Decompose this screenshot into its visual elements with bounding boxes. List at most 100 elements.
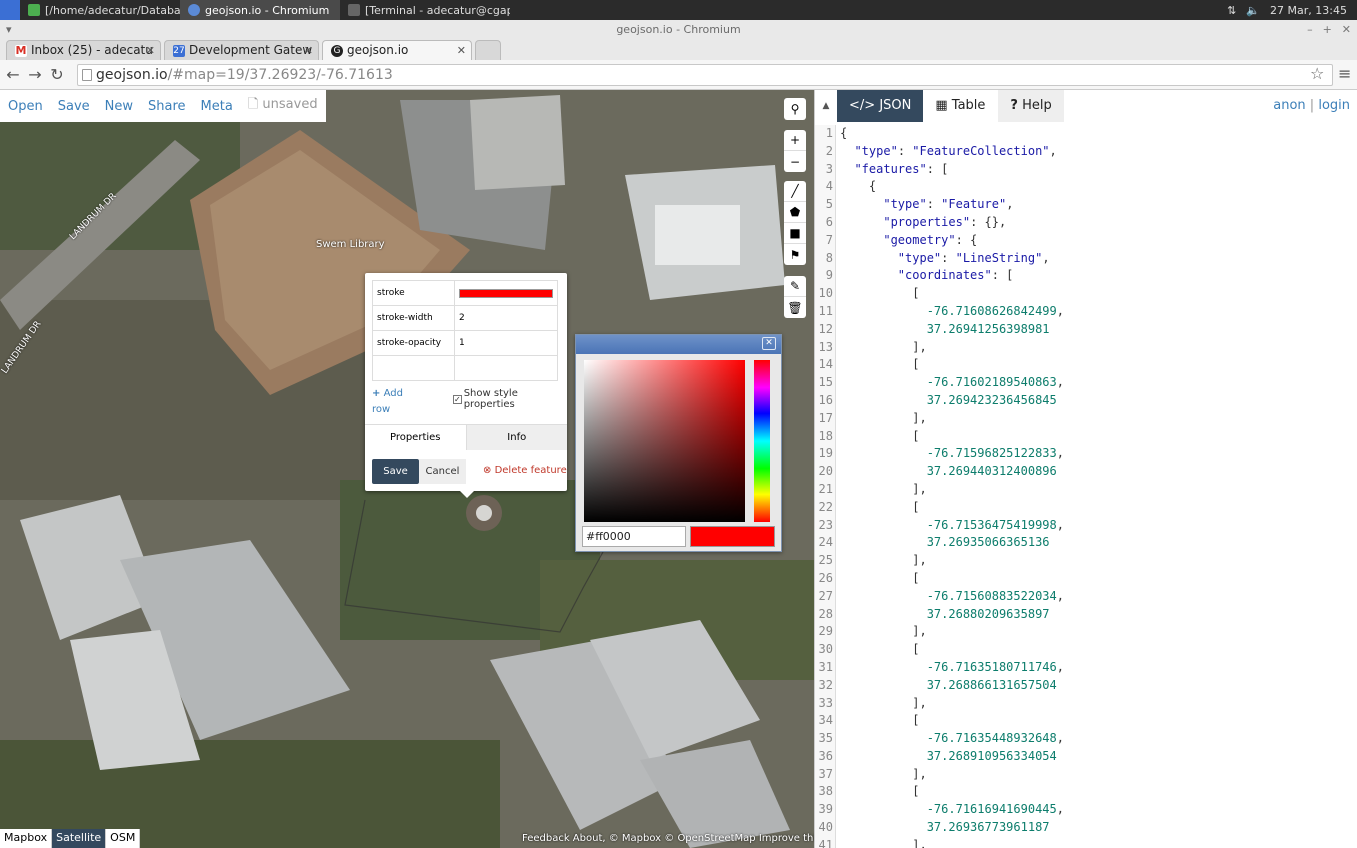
reload-icon[interactable]: ↻ (46, 65, 68, 84)
code-line[interactable]: 25 ], (815, 552, 1357, 570)
show-style-toggle[interactable]: ✓ Show style properties (453, 388, 567, 410)
code-line[interactable]: 4 { (815, 178, 1357, 197)
draw-marker-icon[interactable]: ⚑ (784, 244, 806, 265)
property-value[interactable]: 2 (454, 305, 558, 331)
back-icon[interactable]: ← (2, 65, 24, 84)
code-line[interactable]: 11 -76.71608626842499, (815, 302, 1357, 321)
network-icon[interactable]: ⇅ (1227, 4, 1236, 17)
code-line[interactable]: 6 "properties": {}, (815, 213, 1357, 232)
code-line[interactable]: 5 "type": "Feature", (815, 196, 1357, 214)
draw-polygon-icon[interactable]: ⬟ (784, 202, 806, 223)
code-line[interactable]: 8 "type": "LineString", (815, 249, 1357, 268)
code-line[interactable]: 13 ], (815, 338, 1357, 357)
tab-close-icon[interactable]: ✕ (146, 41, 155, 60)
code-line[interactable]: 24 37.26935066365136 (815, 534, 1357, 553)
tab-close-icon[interactable]: ✕ (304, 41, 313, 60)
code-line[interactable]: 9 "coordinates": [ (815, 267, 1357, 286)
code-line[interactable]: 3 "features": [ (815, 160, 1357, 179)
code-line[interactable]: 29 ], (815, 623, 1357, 642)
code-line[interactable]: 33 ], (815, 694, 1357, 713)
code-line[interactable]: 35 -76.71635448932648, (815, 730, 1357, 748)
close-window-icon[interactable]: ✕ (1342, 20, 1351, 40)
code-line[interactable]: 36 37.268910956334054 (815, 747, 1357, 766)
close-icon[interactable]: ✕ (762, 337, 776, 350)
zoom-in-icon[interactable]: + (784, 130, 806, 151)
collapse-icon[interactable]: ▲ (815, 90, 837, 122)
address-bar[interactable]: geojson.io/#map=19/37.26923/-76.71613 (77, 64, 1333, 86)
maximize-icon[interactable]: + (1323, 20, 1332, 40)
code-line[interactable]: 28 37.26880209635897 (815, 605, 1357, 624)
minimize-icon[interactable]: – (1307, 20, 1313, 40)
property-key[interactable]: stroke (372, 280, 455, 306)
tab-close-icon[interactable]: ✕ (457, 41, 466, 60)
code-line[interactable]: 16 37.269423236456845 (815, 391, 1357, 410)
clock[interactable]: 27 Mar, 13:45 (1270, 4, 1347, 17)
code-line[interactable]: 15 -76.71602189540863, (815, 374, 1357, 392)
taskbar-app-chromium[interactable]: geojson.io - Chromium (180, 0, 340, 20)
code-line[interactable]: 7 "geometry": { (815, 231, 1357, 250)
basemap-osm[interactable]: OSM (106, 829, 141, 848)
bookmark-star-icon[interactable]: ☆ (1310, 64, 1324, 83)
tab-table[interactable]: ▦ Table (923, 90, 997, 122)
login-link[interactable]: login (1318, 98, 1350, 113)
open-button[interactable]: Open (8, 99, 43, 114)
property-key[interactable]: stroke-width (372, 305, 455, 331)
code-line[interactable]: 38 [ (815, 783, 1357, 802)
code-line[interactable]: 31 -76.71635180711746, (815, 658, 1357, 677)
browser-tab-inbox[interactable]: M Inbox (25) - adecatu ✕ (6, 40, 161, 60)
browser-menu-icon[interactable]: ≡ (1338, 64, 1351, 83)
code-line[interactable]: 17 ], (815, 409, 1357, 428)
property-key[interactable] (372, 355, 455, 381)
tab-help[interactable]: ? Help (998, 90, 1064, 122)
draw-line-icon[interactable]: ╱ (784, 181, 806, 202)
hex-color-input[interactable]: #ff0000 (582, 526, 686, 547)
meta-button[interactable]: Meta (201, 99, 233, 114)
tab-json[interactable]: </> JSON (837, 90, 924, 122)
code-line[interactable]: 2 "type": "FeatureCollection", (815, 142, 1357, 161)
new-tab-button[interactable] (475, 40, 501, 60)
code-line[interactable]: 32 37.268866131657504 (815, 676, 1357, 695)
draw-rectangle-icon[interactable]: ■ (784, 223, 806, 244)
property-key[interactable]: stroke-opacity (372, 330, 455, 356)
browser-tab-development[interactable]: 27 Development Gatew ✕ (164, 40, 319, 60)
code-line[interactable]: 37 ], (815, 765, 1357, 784)
code-line[interactable]: 34 [ (815, 712, 1357, 731)
delete-feature-button[interactable]: ⊗ Delete feature (483, 465, 567, 476)
basemap-satellite[interactable]: Satellite (52, 829, 107, 848)
user-link[interactable]: anon (1273, 98, 1305, 113)
property-value[interactable]: 1 (454, 330, 558, 356)
zoom-out-icon[interactable]: − (784, 151, 806, 172)
code-line[interactable]: 40 37.26936773961187 (815, 819, 1357, 837)
code-line[interactable]: 27 -76.71560883522034, (815, 587, 1357, 606)
code-line[interactable]: 10 [ (815, 285, 1357, 303)
code-line[interactable]: 19 -76.71596825122833, (815, 445, 1357, 464)
volume-icon[interactable]: 🔈 (1246, 4, 1260, 17)
code-line[interactable]: 23 -76.71536475419998, (815, 516, 1357, 535)
stroke-color-field[interactable] (454, 280, 558, 306)
code-line[interactable]: 1{ (815, 125, 1357, 143)
search-icon[interactable]: ⚲ (784, 98, 806, 119)
property-value[interactable] (454, 355, 558, 381)
code-line[interactable]: 20 37.269440312400896 (815, 463, 1357, 481)
add-row-button[interactable]: + Add row (372, 386, 422, 418)
taskbar-app-terminal[interactable]: [Terminal - adecatur@cgap... (340, 0, 510, 20)
code-line[interactable]: 30 [ (815, 641, 1357, 659)
forward-icon[interactable]: → (24, 65, 46, 84)
color-swatch[interactable] (459, 288, 553, 298)
taskbar-app-files[interactable]: [/home/adecatur/Databas... (20, 0, 180, 20)
browser-tab-geojson[interactable]: G geojson.io ✕ (322, 40, 472, 60)
hue-slider[interactable] (754, 360, 770, 522)
map-attribution[interactable]: Feedback About, © Mapbox © OpenStreetMap… (522, 833, 847, 844)
window-menu-icon[interactable]: ▾ (6, 20, 12, 40)
code-line[interactable]: 12 37.26941256398981 (815, 320, 1357, 339)
code-line[interactable]: 21 ], (815, 480, 1357, 499)
code-line[interactable]: 39 -76.71616941690445, (815, 801, 1357, 820)
share-button[interactable]: Share (148, 99, 186, 114)
json-editor[interactable]: 1{2 "type": "FeatureCollection", 3 "featu… (815, 125, 1357, 848)
tab-info[interactable]: Info (465, 425, 567, 450)
cancel-button[interactable]: Cancel (419, 459, 466, 484)
code-line[interactable]: 41 ], (815, 836, 1357, 848)
code-line[interactable]: 26 [ (815, 569, 1357, 588)
show-style-checkbox[interactable]: ✓ (453, 394, 462, 404)
basemap-mapbox[interactable]: Mapbox (0, 829, 53, 848)
